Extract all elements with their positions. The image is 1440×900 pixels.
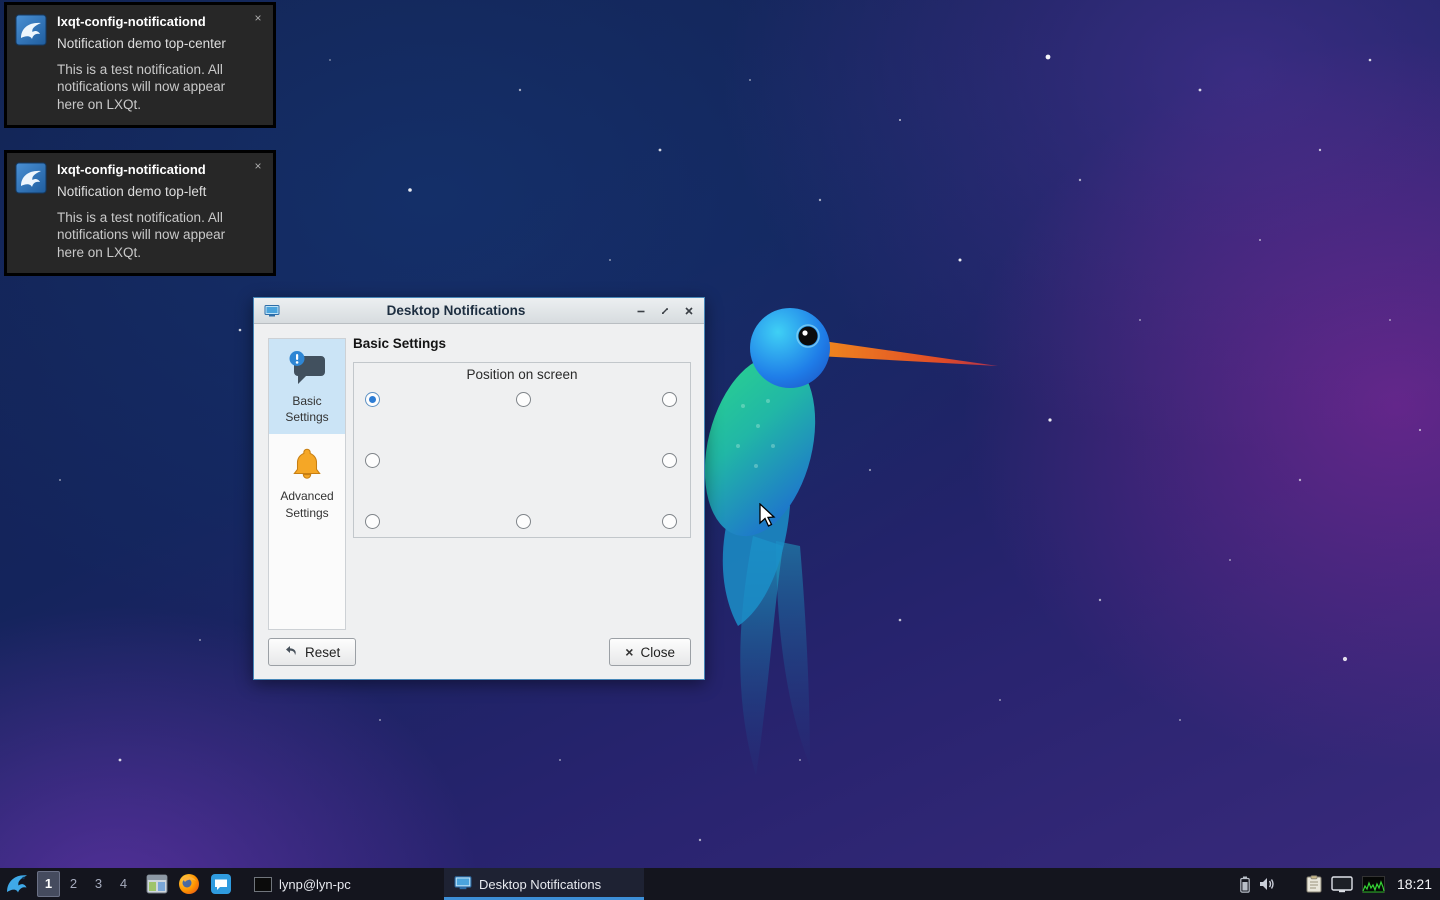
display-icon[interactable] bbox=[1331, 876, 1353, 893]
notification-body: This is a test notification. All notific… bbox=[57, 209, 253, 262]
radio-position-bottom-right[interactable] bbox=[662, 514, 677, 529]
notification-body: This is a test notification. All notific… bbox=[57, 61, 253, 114]
workspace-2[interactable]: 2 bbox=[62, 871, 85, 897]
window-body: Basic Settings Advanced Settings Basic S… bbox=[254, 324, 704, 679]
sidebar-item-advanced-settings[interactable]: Advanced Settings bbox=[269, 434, 345, 529]
workspace-1[interactable]: 1 bbox=[37, 871, 60, 897]
notification-summary: Notification demo top-left bbox=[57, 183, 253, 201]
sidebar-item-label: Advanced Settings bbox=[280, 489, 333, 519]
radio-position-middle-left[interactable] bbox=[365, 453, 380, 468]
task-label: lynp@lyn-pc bbox=[279, 877, 351, 892]
file-manager-launcher-icon[interactable] bbox=[146, 873, 168, 895]
hummingbird-wallpaper-art bbox=[698, 296, 1038, 816]
notification-app-name: lxqt-config-notificationd bbox=[57, 14, 253, 29]
notification-app-name: lxqt-config-notificationd bbox=[57, 162, 253, 177]
window-controls bbox=[632, 303, 698, 319]
notification-content: lxqt-config-notificationd Notification d… bbox=[57, 162, 263, 261]
task-list: lynp@lyn-pc Desktop Notifications bbox=[244, 868, 644, 900]
groupbox-title: Position on screen bbox=[354, 363, 690, 382]
start-menu-button[interactable] bbox=[0, 868, 34, 900]
radio-position-bottom-center[interactable] bbox=[516, 514, 531, 529]
radio-position-middle-right[interactable] bbox=[662, 453, 677, 468]
advanced-settings-bell-icon bbox=[272, 445, 342, 485]
notification-content: lxqt-config-notificationd Notification d… bbox=[57, 14, 263, 113]
desktop[interactable]: lxqt-config-notificationd Notification d… bbox=[0, 0, 1440, 900]
desktop-notifications-icon bbox=[454, 874, 472, 895]
sidebar-item-basic-settings[interactable]: Basic Settings bbox=[269, 339, 345, 434]
workspace-3[interactable]: 3 bbox=[87, 871, 110, 897]
radio-position-bottom-left[interactable] bbox=[365, 514, 380, 529]
workspace-4[interactable]: 4 bbox=[112, 871, 135, 897]
notification-close-icon[interactable]: × bbox=[251, 12, 265, 26]
system-tray: 18:21 bbox=[1240, 875, 1440, 893]
desktop-notifications-window: Desktop Notifications bbox=[253, 297, 705, 680]
mouse-cursor bbox=[758, 503, 776, 529]
taskbar-panel: 1 2 3 4 bbox=[0, 868, 1440, 900]
window-icon bbox=[264, 303, 280, 319]
task-label: Desktop Notifications bbox=[479, 877, 601, 892]
lxqt-logo-icon bbox=[4, 871, 30, 897]
restore-icon[interactable] bbox=[656, 303, 674, 319]
dialog-footer: Reset × Close bbox=[268, 638, 691, 666]
clipboard-icon[interactable] bbox=[1306, 875, 1322, 893]
window-titlebar[interactable]: Desktop Notifications bbox=[254, 298, 704, 324]
reset-button[interactable]: Reset bbox=[268, 638, 356, 666]
task-desktop-notifications[interactable]: Desktop Notifications bbox=[444, 868, 644, 900]
position-on-screen-groupbox: Position on screen bbox=[353, 362, 691, 538]
battery-icon[interactable] bbox=[1240, 876, 1250, 893]
task-terminal[interactable]: lynp@lyn-pc bbox=[244, 868, 444, 900]
dialog-close-button[interactable]: × Close bbox=[609, 638, 691, 666]
settings-page: Basic Settings Position on screen bbox=[353, 336, 691, 538]
workspace-switcher: 1 2 3 4 bbox=[36, 871, 136, 897]
notification-popup-2: lxqt-config-notificationd Notification d… bbox=[4, 150, 276, 276]
radio-position-top-right[interactable] bbox=[662, 392, 677, 407]
minimize-icon[interactable] bbox=[632, 303, 650, 319]
close-icon[interactable] bbox=[680, 303, 698, 319]
volume-icon[interactable] bbox=[1259, 876, 1276, 892]
firefox-launcher-icon[interactable] bbox=[178, 873, 200, 895]
clock[interactable]: 18:21 bbox=[1397, 876, 1432, 892]
terminal-icon bbox=[254, 877, 272, 892]
lxqt-app-icon bbox=[15, 14, 49, 113]
quick-launch bbox=[146, 873, 232, 895]
cpu-monitor-icon[interactable] bbox=[1362, 876, 1385, 893]
lxqt-app-icon bbox=[15, 162, 49, 261]
notification-close-icon[interactable]: × bbox=[251, 160, 265, 174]
notification-popup-1: lxqt-config-notificationd Notification d… bbox=[4, 2, 276, 128]
basic-settings-icon bbox=[272, 350, 342, 390]
radio-position-top-center[interactable] bbox=[516, 392, 531, 407]
page-heading: Basic Settings bbox=[353, 336, 691, 351]
sidebar-item-label: Basic Settings bbox=[285, 394, 328, 424]
radio-position-top-left[interactable] bbox=[365, 392, 380, 407]
close-label: Close bbox=[640, 645, 675, 660]
reset-label: Reset bbox=[305, 645, 340, 660]
messenger-launcher-icon[interactable] bbox=[210, 873, 232, 895]
settings-sidebar: Basic Settings Advanced Settings bbox=[268, 338, 346, 630]
window-title: Desktop Notifications bbox=[280, 303, 632, 318]
reset-icon bbox=[284, 644, 298, 661]
close-glyph-icon: × bbox=[625, 644, 633, 660]
notification-summary: Notification demo top-center bbox=[57, 35, 253, 53]
